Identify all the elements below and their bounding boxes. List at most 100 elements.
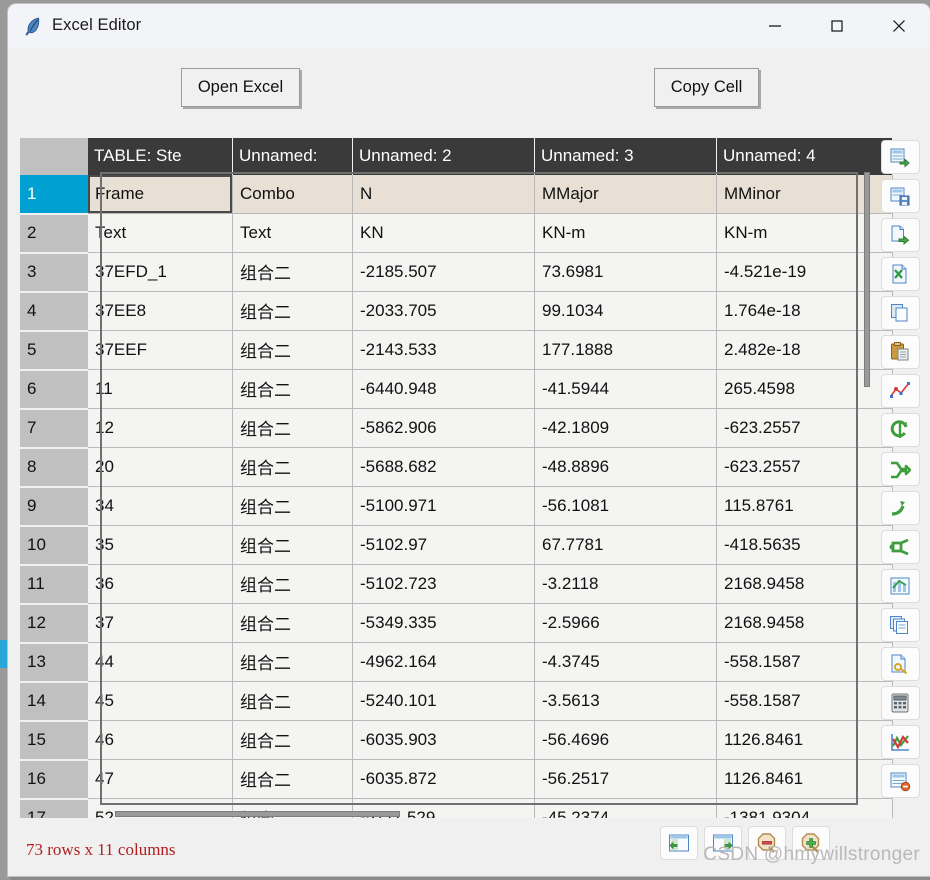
- row-header-6[interactable]: 6: [20, 369, 88, 410]
- cell-r2-c3[interactable]: KN: [352, 213, 535, 253]
- cell-r8-c2[interactable]: 组合二: [232, 447, 353, 487]
- cell-r7-c4[interactable]: -42.1809: [534, 408, 717, 448]
- horizontal-scroll-thumb[interactable]: [115, 811, 400, 817]
- cell-r4-c3[interactable]: -2033.705: [352, 291, 535, 331]
- cell-r9-c3[interactable]: -5100.971: [352, 486, 535, 526]
- cell-r10-c1[interactable]: 35: [88, 525, 233, 565]
- close-icon[interactable]: [868, 4, 930, 48]
- copy-cell-button[interactable]: Copy Cell: [654, 68, 759, 107]
- cell-r7-c1[interactable]: 12: [88, 408, 233, 448]
- row-header-5[interactable]: 5: [20, 330, 88, 371]
- cell-r16-c3[interactable]: -6035.872: [352, 759, 535, 799]
- table-row[interactable]: 4 37EE8 组合二 -2033.705 99.1034 1.764e-18: [20, 291, 893, 332]
- scatter-chart-icon[interactable]: [880, 374, 920, 408]
- cell-r2-c4[interactable]: KN-m: [534, 213, 717, 253]
- cell-r10-c3[interactable]: -5102.97: [352, 525, 535, 565]
- horizontal-scrollbar[interactable]: [20, 810, 440, 818]
- table-remove-icon[interactable]: [880, 764, 920, 798]
- table-row[interactable]: 6 11 组合二 -6440.948 -41.5944 265.4598: [20, 369, 893, 410]
- cell-r16-c4[interactable]: -56.2517: [534, 759, 717, 799]
- cell-r5-c2[interactable]: 组合二: [232, 330, 353, 370]
- table-row[interactable]: 12 37 组合二 -5349.335 -2.5966 2168.9458: [20, 603, 893, 644]
- cell-r12-c2[interactable]: 组合二: [232, 603, 353, 643]
- data-grid[interactable]: TABLE: Ste Unnamed: Unnamed: 2 Unnamed: …: [20, 138, 893, 876]
- cell-r6-c1[interactable]: 11: [88, 369, 233, 409]
- save-table-icon[interactable]: [880, 179, 920, 213]
- cell-r1-c2[interactable]: Combo: [232, 175, 353, 214]
- row-header-12[interactable]: 12: [20, 603, 88, 644]
- cell-r9-c2[interactable]: 组合二: [232, 486, 353, 526]
- cell-r10-c2[interactable]: 组合二: [232, 525, 353, 565]
- curve-arrow-icon[interactable]: [880, 491, 920, 525]
- cell-r3-c4[interactable]: 73.6981: [534, 252, 717, 292]
- row-header-10[interactable]: 10: [20, 525, 88, 566]
- row-header-8[interactable]: 8: [20, 447, 88, 488]
- cell-r7-c2[interactable]: 组合二: [232, 408, 353, 448]
- cell-r6-c4[interactable]: -41.5944: [534, 369, 717, 409]
- cell-r12-c3[interactable]: -5349.335: [352, 603, 535, 643]
- insert-column-left-icon[interactable]: [660, 826, 698, 860]
- cell-r13-c2[interactable]: 组合二: [232, 642, 353, 682]
- table-row[interactable]: 5 37EEF 组合二 -2143.533 177.1888 2.482e-18: [20, 330, 893, 371]
- column-header-3[interactable]: Unnamed: 3: [534, 138, 717, 175]
- cell-r1-c4[interactable]: MMajor: [534, 175, 717, 214]
- row-header-4[interactable]: 4: [20, 291, 88, 332]
- cell-r2-c1[interactable]: Text: [88, 213, 233, 253]
- table-row[interactable]: 13 44 组合二 -4962.164 -4.3745 -558.1587: [20, 642, 893, 683]
- cell-r14-c1[interactable]: 45: [88, 681, 233, 721]
- cell-r16-c1[interactable]: 47: [88, 759, 233, 799]
- cell-r14-c4[interactable]: -3.5613: [534, 681, 717, 721]
- table-row[interactable]: 9 34 组合二 -5100.971 -56.1081 115.8761: [20, 486, 893, 527]
- row-header-13[interactable]: 13: [20, 642, 88, 683]
- cell-r4-c1[interactable]: 37EE8: [88, 291, 233, 331]
- table-row[interactable]: 3 37EFD_1 组合二 -2185.507 73.6981 -4.521e-19: [20, 252, 893, 293]
- cell-r14-c3[interactable]: -5240.101: [352, 681, 535, 721]
- row-header-11[interactable]: 11: [20, 564, 88, 605]
- cell-r7-c3[interactable]: -5862.906: [352, 408, 535, 448]
- cell-r8-c3[interactable]: -5688.682: [352, 447, 535, 487]
- cell-r9-c4[interactable]: -56.1081: [534, 486, 717, 526]
- cell-r2-c2[interactable]: Text: [232, 213, 353, 253]
- cell-r5-c4[interactable]: 177.1888: [534, 330, 717, 370]
- cell-r1-c1[interactable]: Frame: [88, 175, 233, 214]
- cell-r11-c1[interactable]: 36: [88, 564, 233, 604]
- data-grid-wrapper[interactable]: TABLE: Ste Unnamed: Unnamed: 2 Unnamed: …: [20, 138, 893, 876]
- cell-r15-c2[interactable]: 组合二: [232, 720, 353, 760]
- row-header-7[interactable]: 7: [20, 408, 88, 449]
- vertical-scroll-thumb[interactable]: [864, 172, 870, 387]
- paste-icon[interactable]: [880, 335, 920, 369]
- table-row[interactable]: 11 36 组合二 -5102.723 -3.2118 2168.9458: [20, 564, 893, 605]
- table-row[interactable]: 15 46 组合二 -6035.903 -56.4696 1126.8461: [20, 720, 893, 761]
- currency-refresh-icon[interactable]: [880, 413, 920, 447]
- line-chart-icon[interactable]: [880, 725, 920, 759]
- row-header-9[interactable]: 9: [20, 486, 88, 527]
- cell-r10-c4[interactable]: 67.7781: [534, 525, 717, 565]
- row-header-1[interactable]: 1: [20, 175, 88, 215]
- cell-r4-c2[interactable]: 组合二: [232, 291, 353, 331]
- duplicate-icon[interactable]: [880, 608, 920, 642]
- open-excel-button[interactable]: Open Excel: [181, 68, 300, 107]
- maximize-icon[interactable]: [806, 4, 868, 48]
- cell-r3-c3[interactable]: -2185.507: [352, 252, 535, 292]
- table-row[interactable]: 1 Frame Combo N MMajor MMinor: [20, 175, 893, 215]
- row-header-14[interactable]: 14: [20, 681, 88, 722]
- cell-r15-c3[interactable]: -6035.903: [352, 720, 535, 760]
- cell-r3-c1[interactable]: 37EFD_1: [88, 252, 233, 292]
- cell-r13-c4[interactable]: -4.3745: [534, 642, 717, 682]
- import-table-icon[interactable]: [880, 140, 920, 174]
- cell-r14-c2[interactable]: 组合二: [232, 681, 353, 721]
- cell-r9-c1[interactable]: 34: [88, 486, 233, 526]
- table-row[interactable]: 16 47 组合二 -6035.872 -56.2517 1126.8461: [20, 759, 893, 800]
- cell-r13-c1[interactable]: 44: [88, 642, 233, 682]
- cell-r12-c1[interactable]: 37: [88, 603, 233, 643]
- cell-r6-c2[interactable]: 组合二: [232, 369, 353, 409]
- export-excel-icon[interactable]: [880, 257, 920, 291]
- column-header-2[interactable]: Unnamed: 2: [352, 138, 535, 175]
- cell-r8-c1[interactable]: 20: [88, 447, 233, 487]
- vertical-scrollbar[interactable]: [864, 150, 870, 770]
- split-arrow-icon[interactable]: [880, 530, 920, 564]
- cell-r1-c3[interactable]: N: [352, 175, 535, 214]
- row-header-15[interactable]: 15: [20, 720, 88, 761]
- cell-r5-c3[interactable]: -2143.533: [352, 330, 535, 370]
- table-row[interactable]: 2 Text Text KN KN-m KN-m: [20, 213, 893, 254]
